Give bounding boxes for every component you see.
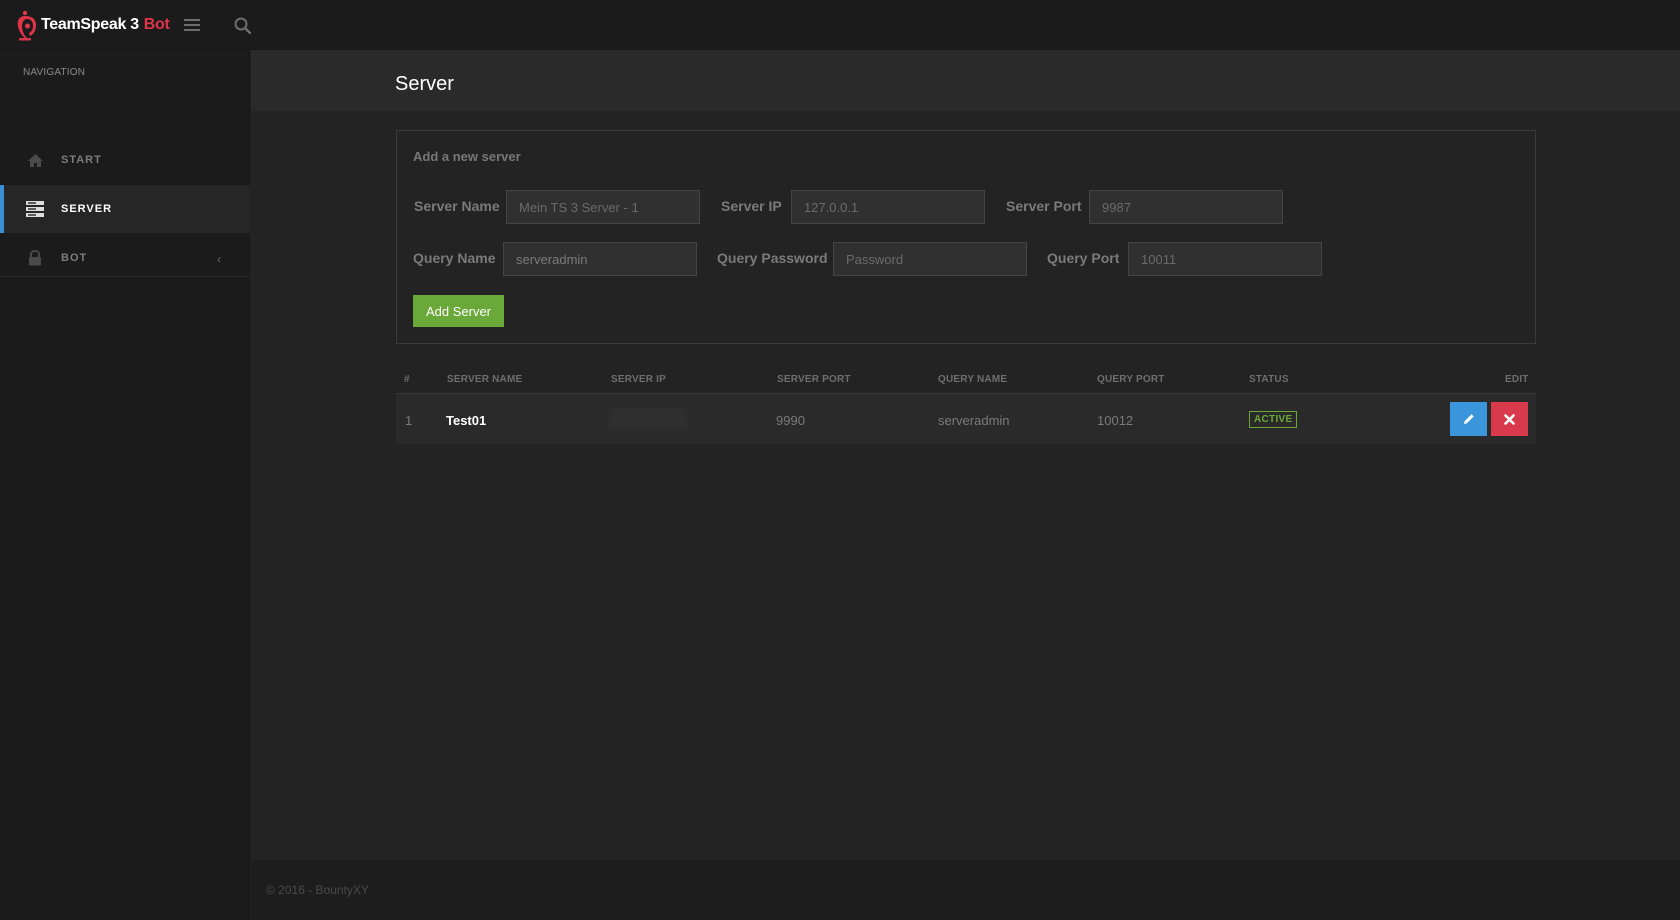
sidebar-item-start[interactable]: START — [0, 136, 250, 184]
page-title: Server — [395, 73, 454, 95]
lock-icon — [26, 249, 44, 267]
server-ip-label: Server IP — [721, 198, 782, 214]
brand-name: TeamSpeak 3 — [41, 16, 139, 33]
nav-heading: NAVIGATION — [23, 67, 86, 78]
table-row: 1 Test01 9990 serveradmin 10012 ACTIVE — [396, 394, 1536, 444]
pencil-icon — [1463, 414, 1474, 424]
sidebar-item-label: SERVER — [61, 203, 113, 215]
status-badge: ACTIVE — [1249, 411, 1298, 428]
edit-button[interactable] — [1450, 402, 1487, 436]
sidebar-item-server[interactable]: SERVER — [0, 185, 250, 233]
brand-accent: Bot — [143, 16, 170, 33]
sidebar: NAVIGATION START SERVER BOT ‹ — [0, 50, 250, 920]
search-icon[interactable] — [231, 14, 253, 36]
servers-table: # SERVER NAME SERVER IP SERVER PORT QUER… — [396, 364, 1536, 444]
hamburger-icon[interactable] — [181, 14, 203, 36]
home-icon — [26, 151, 44, 169]
delete-button[interactable] — [1491, 402, 1528, 436]
query-name-label: Query Name — [413, 250, 496, 266]
server-stack-icon — [26, 200, 44, 218]
server-ip-cell-redacted — [608, 408, 688, 430]
server-port-input[interactable] — [1089, 190, 1283, 224]
query-port-cell: 10012 — [1097, 413, 1134, 428]
server-ip-input[interactable] — [791, 190, 985, 224]
top-bar: TeamSpeak 3 Bot — [0, 0, 1680, 50]
server-port-label: Server Port — [1006, 198, 1082, 214]
column-header: SERVER PORT — [777, 374, 851, 385]
server-name-label: Server Name — [414, 198, 500, 214]
query-port-input[interactable] — [1128, 242, 1322, 276]
panel-title: Add a new server — [413, 149, 521, 164]
close-icon — [1504, 413, 1515, 425]
copyright-text: © 2016 - BountyXY — [266, 883, 369, 897]
sidebar-divider — [0, 276, 250, 277]
column-header: STATUS — [1249, 374, 1289, 385]
column-header: QUERY NAME — [938, 374, 1008, 385]
query-name-cell: serveradmin — [938, 413, 1010, 428]
sidebar-item-label: START — [61, 154, 102, 166]
column-header: SERVER IP — [611, 374, 666, 385]
query-password-input[interactable] — [833, 242, 1027, 276]
footer: © 2016 - BountyXY — [251, 860, 1680, 920]
column-header: SERVER NAME — [447, 374, 523, 385]
sidebar-item-label: BOT — [61, 252, 88, 264]
brand-logo[interactable]: TeamSpeak 3 Bot — [16, 8, 170, 42]
row-index: 1 — [405, 413, 413, 428]
query-port-label: Query Port — [1047, 250, 1120, 266]
server-port-cell: 9990 — [776, 413, 805, 428]
add-server-button[interactable]: Add Server — [413, 295, 504, 327]
server-name-input[interactable] — [506, 190, 700, 224]
sidebar-item-bot[interactable]: BOT ‹ — [0, 234, 250, 282]
teamspeak-logo-icon — [17, 10, 36, 41]
add-server-panel: Add a new server Server Name Server IP S… — [396, 130, 1536, 344]
column-header: QUERY PORT — [1097, 374, 1165, 385]
page-header: Server — [251, 50, 1680, 111]
query-name-input[interactable] — [503, 242, 697, 276]
query-password-label: Query Password — [717, 250, 828, 266]
table-header: # SERVER NAME SERVER IP SERVER PORT QUER… — [396, 364, 1536, 394]
chevron-left-icon: ‹ — [217, 252, 221, 266]
server-name-cell: Test01 — [446, 413, 487, 428]
column-header: # — [404, 374, 410, 385]
column-header: EDIT — [1505, 374, 1529, 385]
